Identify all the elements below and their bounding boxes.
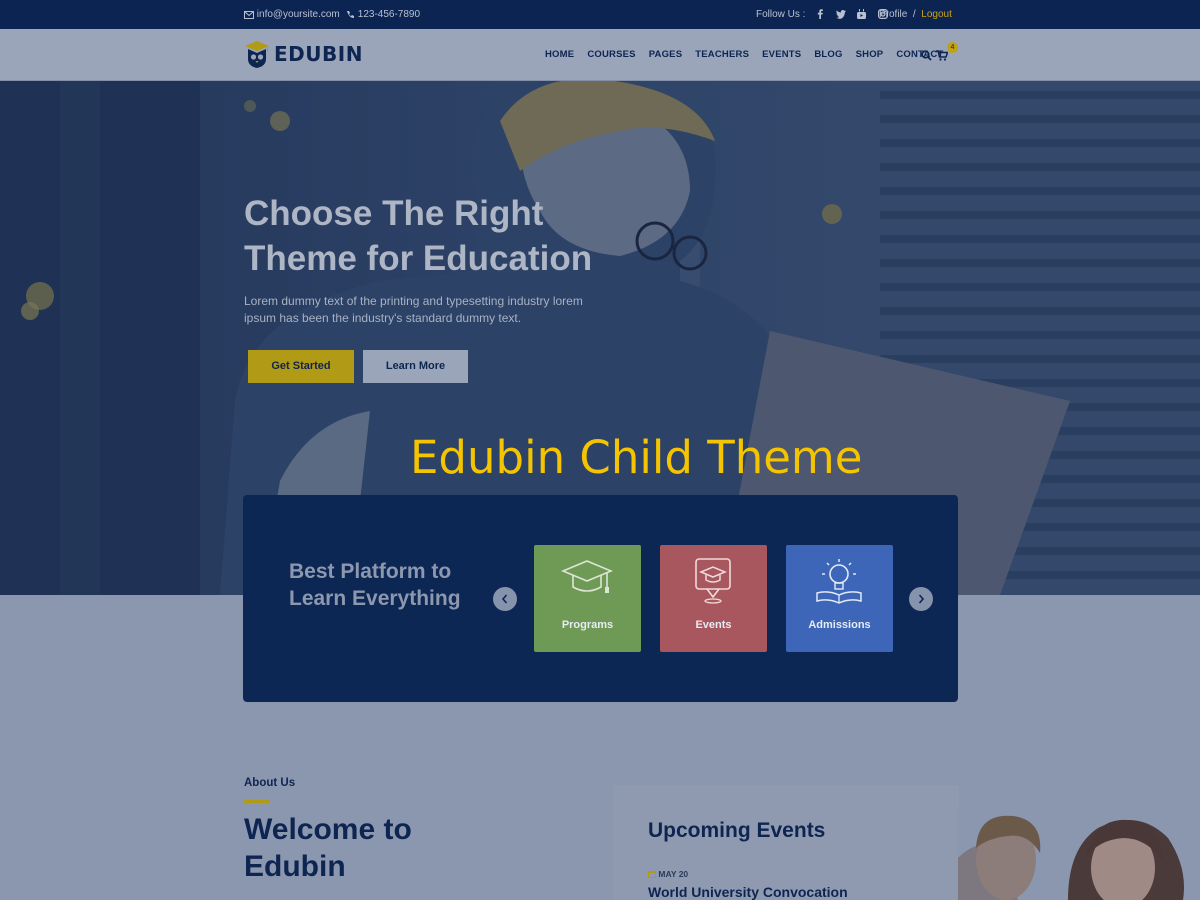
hero-description: Lorem dummy text of the printing and typ…: [244, 294, 583, 325]
tile-programs-label: Programs: [561, 619, 614, 631]
event-date-text: MAY 20: [658, 869, 689, 879]
twitter-icon[interactable]: [835, 9, 847, 21]
chevron-left-icon: [501, 594, 508, 604]
nav-events[interactable]: EVENTS: [762, 49, 801, 60]
phone-icon: [347, 11, 354, 18]
graduation-cap-icon: [561, 560, 613, 593]
platform-title: Best Platform to Learn Everything: [289, 560, 461, 610]
facebook-icon[interactable]: [814, 9, 826, 21]
follow-us: Follow Us :: [756, 9, 889, 21]
about-label: About Us: [244, 777, 296, 789]
events-title: Upcoming Events: [648, 819, 826, 842]
profile-link[interactable]: Profile: [879, 9, 907, 20]
event-badge-icon: [695, 558, 731, 604]
search-icon[interactable]: [921, 48, 932, 66]
get-started-button[interactable]: Get Started: [248, 350, 354, 383]
logo-text: EDUBIN: [274, 42, 363, 66]
about-underline: [244, 800, 270, 803]
nav-pages[interactable]: PAGES: [649, 49, 683, 60]
event-name[interactable]: World University Convocation: [648, 884, 848, 900]
tile-programs[interactable]: Programs: [534, 545, 641, 652]
main-header: EDUBIN HOME COURSES PAGES TEACHERS EVENT…: [0, 29, 1200, 81]
nav-courses[interactable]: COURSES: [587, 49, 635, 60]
students-photo: [958, 808, 1200, 900]
phone-text: 123-456-7890: [357, 9, 421, 20]
youtube-icon[interactable]: [856, 9, 868, 21]
nav-home[interactable]: HOME: [545, 49, 574, 60]
main-nav: HOME COURSES PAGES TEACHERS EVENTS BLOG …: [545, 49, 956, 60]
tile-events-label: Events: [695, 619, 732, 631]
email-text: info@yoursite.com: [256, 9, 340, 20]
tile-admissions-label: Admissions: [808, 619, 871, 631]
tile-admissions[interactable]: Admissions: [786, 545, 893, 652]
about-title: Welcome to Edubin: [244, 813, 412, 883]
phone-contact[interactable]: 123-456-7890: [346, 9, 420, 20]
top-bar: info@yoursite.com 123-456-7890 Follow Us…: [0, 0, 1200, 29]
mail-icon: [244, 11, 254, 19]
lightbulb-book-icon: [816, 559, 862, 604]
account-links: Profile / Logout: [879, 9, 952, 20]
learn-more-button[interactable]: Learn More: [363, 350, 468, 383]
nav-teachers[interactable]: TEACHERS: [695, 49, 749, 60]
cart-icon[interactable]: [936, 48, 949, 66]
nav-shop[interactable]: SHOP: [856, 49, 884, 60]
logout-link[interactable]: Logout: [921, 9, 952, 20]
chevron-right-icon: [918, 594, 925, 604]
nav-blog[interactable]: BLOG: [814, 49, 842, 60]
owl-logo-icon: [245, 41, 269, 68]
event-date: MAY 20: [648, 869, 688, 879]
overlay-theme-title: Edubin Child Theme: [410, 431, 863, 484]
platform-panel: Best Platform to Learn Everything Progra…: [243, 495, 958, 702]
follow-label: Follow Us :: [756, 9, 806, 20]
carousel-prev-button[interactable]: [493, 587, 517, 611]
calendar-icon: [648, 871, 656, 878]
carousel-next-button[interactable]: [909, 587, 933, 611]
site-logo[interactable]: EDUBIN: [244, 39, 363, 69]
hero-title: Choose The Right Theme for Education: [244, 194, 593, 278]
tile-events[interactable]: Events: [660, 545, 767, 652]
email-contact[interactable]: info@yoursite.com: [244, 9, 340, 20]
cart-count-badge: 4: [947, 42, 958, 53]
link-separator: /: [912, 9, 916, 20]
